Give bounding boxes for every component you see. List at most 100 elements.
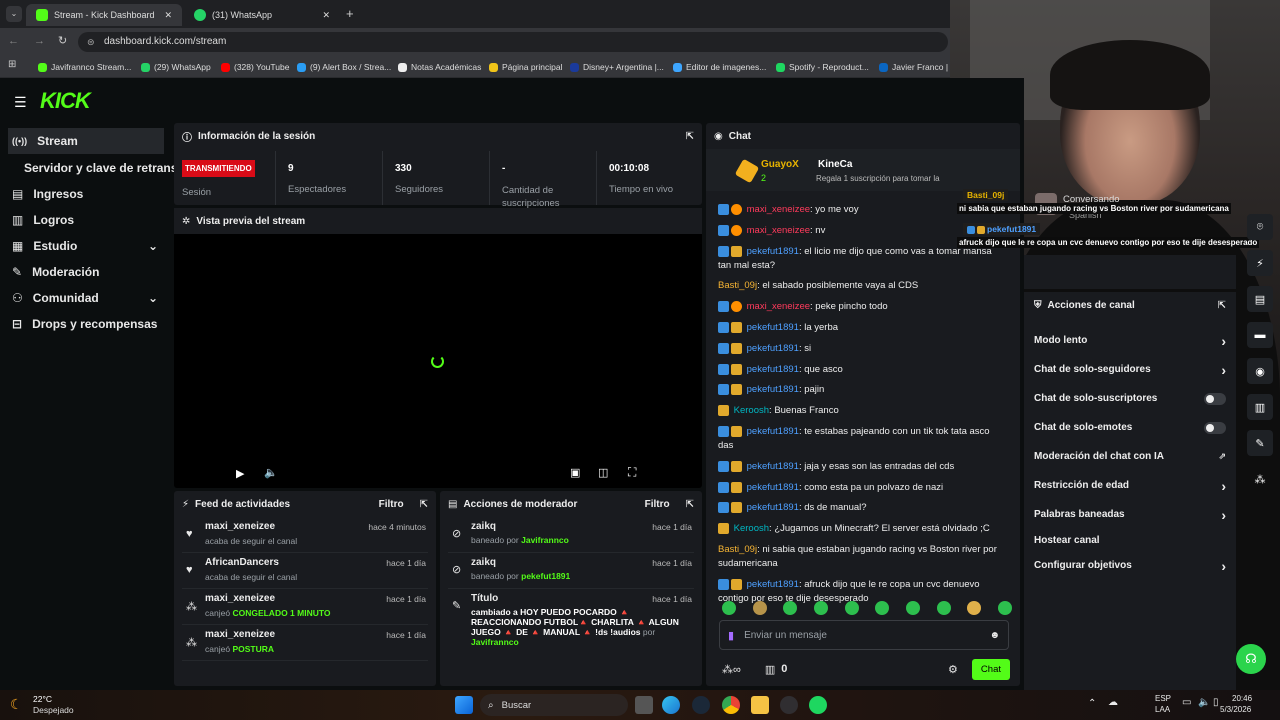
popout-icon[interactable]: ⇱ (1218, 300, 1226, 311)
sidebar-item-drops[interactable]: ⊟ Drops y recompensas (0, 311, 172, 337)
chat-username[interactable]: Basti_09j (718, 544, 757, 555)
close-icon[interactable]: ✕ (322, 10, 330, 21)
battery-icon[interactable]: ▯ (1213, 697, 1219, 708)
chat-username[interactable]: pekefut1891 (747, 364, 799, 375)
activity-user[interactable]: maxi_xeneizee (205, 521, 275, 532)
gift-icon[interactable]: ▥ (765, 663, 775, 676)
file-explorer-icon[interactable] (751, 696, 769, 714)
sidebar-item-comunidad[interactable]: ⚇ Comunidad ⌄ (0, 285, 172, 311)
popout-icon[interactable]: ⇱ (686, 499, 694, 510)
network-icon[interactable]: ▭ (1182, 697, 1191, 708)
sidebar-item-moderacion[interactable]: ✎ Moderación (0, 259, 172, 285)
channel-action-item[interactable]: Configurar objetivos › (1024, 551, 1236, 580)
spotify-icon[interactable] (809, 696, 827, 714)
tab-list-button[interactable]: ⌄ (6, 6, 22, 22)
emote-icon[interactable] (783, 601, 798, 615)
chat-username[interactable]: maxi_xeneizee (747, 301, 810, 312)
weather-icon[interactable]: ☾ (10, 696, 23, 713)
obs-icon[interactable] (780, 696, 798, 714)
chat-username[interactable]: pekefut1891 (747, 246, 799, 257)
bookmark-item[interactable]: Spotify - Reproduct... (776, 60, 869, 74)
send-chat-button[interactable]: Chat (971, 658, 1010, 680)
bookmark-item[interactable]: Javifrannco Stream... (38, 60, 131, 74)
kick-logo[interactable]: KICK (40, 88, 91, 114)
mod-name[interactable]: Javifrannco (521, 535, 569, 545)
bookmark-item[interactable]: Disney+ Argentina |... (570, 60, 664, 74)
infinity-icon[interactable]: ⁂∞ (722, 663, 741, 676)
tab-whatsapp[interactable]: (31) WhatsApp ✕ (184, 4, 340, 26)
menu-icon[interactable]: ☰ (14, 94, 27, 111)
support-button[interactable]: ☊ (1236, 644, 1266, 674)
activity-user[interactable]: AfricanDancers (205, 557, 279, 568)
chat-username[interactable]: Keroosh (734, 523, 769, 534)
bookmark-item[interactable]: Página principal (489, 60, 562, 74)
chat-username[interactable]: pekefut1891 (747, 426, 799, 437)
chat-tool-icon[interactable]: ▬ (1247, 322, 1273, 348)
activity-user[interactable]: maxi_xeneizee (205, 629, 275, 640)
fullscreen-icon[interactable]: ⛶ (628, 465, 636, 480)
volume-tray-icon[interactable]: 🔈 (1198, 697, 1210, 708)
windows-start-icon[interactable] (455, 696, 473, 714)
weather-temp[interactable]: 22°C (33, 694, 52, 704)
channel-action-item[interactable]: Modo lento › (1024, 326, 1236, 355)
chat-username[interactable]: maxi_xeneizee (747, 204, 810, 215)
bookmark-item[interactable]: (29) WhatsApp (141, 60, 211, 74)
chat-username[interactable]: Basti_09j (718, 280, 757, 291)
chat-username[interactable]: pekefut1891 (747, 384, 799, 395)
mic-icon[interactable]: ▮ (728, 629, 734, 642)
chat-username[interactable]: maxi_xeneizee (747, 225, 810, 236)
tray-lang1[interactable]: ESP (1155, 694, 1171, 703)
taskbar-search[interactable]: ⌕ Buscar (480, 694, 628, 716)
filter-button[interactable]: Filtro (645, 499, 670, 510)
theater-mode-icon[interactable]: ▣ (570, 466, 580, 479)
emote-icon[interactable] (875, 601, 890, 615)
channel-action-item[interactable]: Palabras baneadas › (1024, 500, 1236, 529)
sidebar-item-logros[interactable]: ▥ Logros (0, 207, 172, 233)
volume-icon[interactable]: 🔈 (264, 466, 278, 479)
emote-icon[interactable] (905, 601, 920, 615)
emote-icon[interactable] (722, 601, 736, 615)
channel-action-item[interactable]: Restricción de edad › (1024, 471, 1236, 500)
emoji-icon[interactable]: ☻ (989, 630, 1000, 641)
gift-tool-icon[interactable]: ▥ (1247, 394, 1273, 420)
task-view-icon[interactable] (635, 696, 653, 714)
play-icon[interactable]: ▶ (236, 467, 244, 480)
channel-action-item[interactable]: Chat de solo-seguidores › (1024, 355, 1236, 384)
sidebar-item-server-key[interactable]: Servidor y clave de retransm (0, 155, 188, 181)
close-icon[interactable]: ✕ (164, 10, 172, 21)
camera-tool-icon[interactable]: ⌾ (1247, 214, 1273, 240)
bookmark-item[interactable]: (328) YouTube (221, 60, 289, 74)
new-tab-button[interactable]: + (346, 6, 354, 21)
back-icon[interactable]: ← (8, 35, 19, 47)
emote-icon[interactable] (813, 601, 828, 615)
chrome-icon[interactable] (722, 696, 740, 714)
chat-username[interactable]: pekefut1891 (747, 343, 799, 354)
chat-username[interactable]: pekefut1891 (747, 579, 799, 590)
channel-action-item[interactable]: Moderación del chat con IA ⇗ (1024, 442, 1236, 471)
chat-username[interactable]: pekefut1891 (747, 322, 799, 333)
popout-icon[interactable]: ⇱ (686, 131, 694, 142)
steam-icon[interactable] (692, 696, 710, 714)
site-info-icon[interactable]: ⊜ (87, 32, 95, 52)
pip-icon[interactable]: ◫ (598, 466, 608, 479)
channel-action-item[interactable]: Chat de solo-suscriptores (1024, 384, 1236, 413)
pinned-user1[interactable]: GuayoX (761, 159, 799, 170)
tray-chevron-icon[interactable]: ⌃ (1088, 698, 1096, 709)
sidebar-item-estudio[interactable]: ▦ Estudio ⌄ (0, 233, 172, 259)
wrench-tool-icon[interactable]: ✎ (1247, 430, 1273, 456)
chat-username[interactable]: pekefut1891 (747, 502, 799, 513)
sidebar-item-stream[interactable]: ((•)) Stream (8, 128, 164, 154)
bookmark-item[interactable]: Notas Académicas (398, 60, 481, 74)
mod-name[interactable]: Javifrannco (471, 637, 519, 647)
mod-name[interactable]: pekefut1891 (521, 571, 570, 581)
settings-icon[interactable]: ⚙ (948, 663, 958, 676)
chat-username[interactable]: Keroosh (734, 405, 769, 416)
emote-icon[interactable] (967, 601, 982, 615)
tab-kick-dashboard[interactable]: Stream - Kick Dashboard ✕ (26, 4, 182, 26)
bookmark-item[interactable]: Editor de imagenes... (673, 60, 766, 74)
url-input[interactable]: ⊜ dashboard.kick.com/stream (78, 32, 948, 52)
chat-input[interactable]: ▮ Enviar un mensaje ☻ (719, 620, 1009, 650)
onedrive-icon[interactable]: ☁ (1108, 697, 1118, 708)
bolt-tool-icon[interactable]: ⚡ (1247, 250, 1273, 276)
bookmark-item[interactable]: Javier Franco | Li (879, 60, 957, 74)
